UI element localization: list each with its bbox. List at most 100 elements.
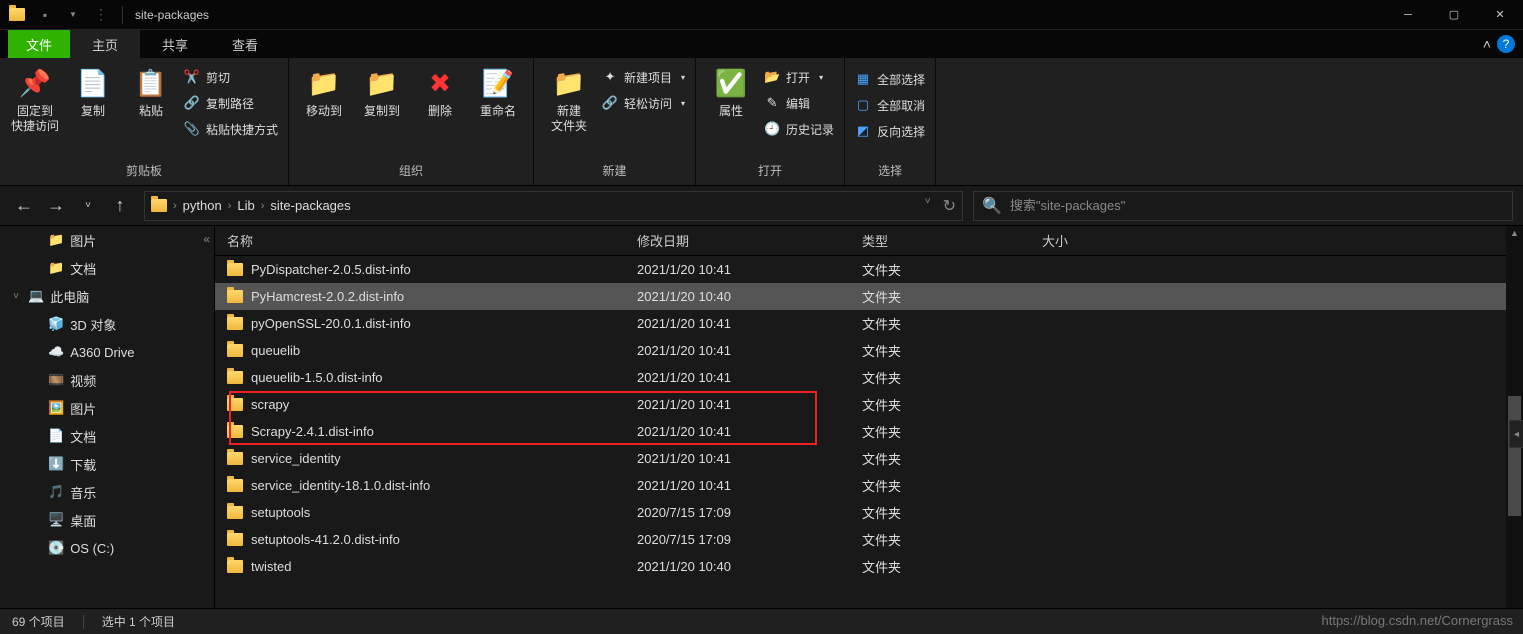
paste-button[interactable]: 📋粘贴 (122, 64, 180, 119)
file-date: 2021/1/20 10:41 (625, 451, 850, 466)
tree-item[interactable]: ⬇️下载 (0, 450, 214, 478)
delete-button[interactable]: ✖删除 (411, 64, 469, 119)
tab-view[interactable]: 查看 (210, 30, 280, 58)
edge-collapse-tab[interactable]: ◂ (1509, 420, 1523, 448)
tree-item[interactable]: 🖼️图片 (0, 394, 214, 422)
search-box[interactable]: 🔍 (973, 191, 1513, 221)
tree-item[interactable]: 🧊3D 对象 (0, 310, 214, 338)
file-row[interactable]: Scrapy-2.4.1.dist-info2021/1/20 10:41文件夹 (215, 418, 1523, 445)
file-row[interactable]: service_identity2021/1/20 10:41文件夹 (215, 445, 1523, 472)
forward-button[interactable]: → (42, 192, 70, 220)
breadcrumb-item[interactable]: site-packages (270, 198, 350, 213)
tree-item[interactable]: ☁️A360 Drive (0, 338, 214, 366)
collapse-ribbon-icon[interactable]: ˄ (1483, 36, 1491, 52)
qat-overflow[interactable]: ⋮ (88, 4, 114, 26)
tab-home[interactable]: 主页 (70, 30, 140, 58)
file-list: 名称 修改日期 类型 大小 PyDispatcher-2.0.5.dist-in… (215, 226, 1523, 608)
file-row[interactable]: pyOpenSSL-20.0.1.dist-info2021/1/20 10:4… (215, 310, 1523, 337)
file-name: PyDispatcher-2.0.5.dist-info (251, 262, 411, 277)
folder-icon (227, 317, 243, 330)
cut-button[interactable]: ✂️剪切 (184, 66, 278, 88)
qat-control[interactable]: ▪ (32, 4, 58, 26)
tab-share[interactable]: 共享 (140, 30, 210, 58)
folder-icon: 📁 (48, 260, 64, 276)
nav-tree[interactable]: « 📁图片📁文档˅💻此电脑🧊3D 对象☁️A360 Drive🎞️视频🖼️图片📄… (0, 226, 215, 608)
copy-button[interactable]: 📄复制 (64, 64, 122, 119)
newfolder-button[interactable]: 📁新建文件夹 (540, 64, 598, 134)
newitem-button[interactable]: ✦新建项目▾ (602, 66, 685, 88)
scroll-up-icon[interactable]: ▲ (1506, 226, 1523, 238)
video-icon: 🎞️ (48, 372, 64, 388)
header-date[interactable]: 修改日期 (625, 231, 850, 250)
file-row[interactable]: setuptools-41.2.0.dist-info2020/7/15 17:… (215, 526, 1523, 553)
status-selected-count: 选中 1 个项目 (102, 613, 175, 630)
tree-item[interactable]: 🖥️桌面 (0, 506, 214, 534)
file-row[interactable]: service_identity-18.1.0.dist-info2021/1/… (215, 472, 1523, 499)
scrollbar-thumb[interactable] (1508, 396, 1521, 516)
file-type: 文件夹 (850, 422, 1030, 441)
file-row[interactable]: PyHamcrest-2.0.2.dist-info2021/1/20 10:4… (215, 283, 1523, 310)
file-name: queuelib (251, 343, 300, 358)
file-name: service_identity-18.1.0.dist-info (251, 478, 430, 493)
search-input[interactable] (1010, 198, 1504, 213)
recent-dropdown[interactable]: ˅ (74, 192, 102, 220)
rename-button[interactable]: 📝重命名 (469, 64, 527, 119)
selectall-button[interactable]: ▦全部选择 (855, 68, 925, 90)
open-button[interactable]: 📂打开▾ (764, 66, 834, 88)
tree-item[interactable]: 💽OS (C:) (0, 534, 214, 562)
header-type[interactable]: 类型 (850, 231, 1030, 250)
address-dropdown-icon[interactable]: ˅ (925, 196, 931, 216)
properties-button[interactable]: ✅属性 (702, 64, 760, 119)
collapse-tree-icon[interactable]: « (203, 232, 210, 246)
selectnone-button[interactable]: ▢全部取消 (855, 94, 925, 116)
tree-item[interactable]: 📄文档 (0, 422, 214, 450)
file-row[interactable]: queuelib2021/1/20 10:41文件夹 (215, 337, 1523, 364)
tree-item[interactable]: 🎞️视频 (0, 366, 214, 394)
close-button[interactable]: ✕ (1477, 0, 1523, 30)
tree-item-label: 3D 对象 (70, 315, 116, 334)
file-date: 2021/1/20 10:40 (625, 289, 850, 304)
edit-button[interactable]: ✎编辑 (764, 92, 834, 114)
file-name: scrapy (251, 397, 289, 412)
file-type: 文件夹 (850, 557, 1030, 576)
back-button[interactable]: ← (10, 192, 38, 220)
tree-item[interactable]: 🎵音乐 (0, 478, 214, 506)
file-type: 文件夹 (850, 314, 1030, 333)
tree-item[interactable]: 📁图片 (0, 226, 214, 254)
header-name[interactable]: 名称 (215, 231, 625, 250)
header-size[interactable]: 大小 (1030, 231, 1130, 250)
file-row[interactable]: twisted2021/1/20 10:40文件夹 (215, 553, 1523, 580)
scrollbar[interactable]: ▲ (1506, 226, 1523, 608)
group-open-label: 打开 (702, 158, 838, 185)
copypath-button[interactable]: 🔗复制路径 (184, 92, 278, 114)
copyto-button[interactable]: 📁复制到 (353, 64, 411, 119)
file-date: 2021/1/20 10:41 (625, 316, 850, 331)
pin-quickaccess-button[interactable]: 📌固定到快捷访问 (6, 64, 64, 134)
qat-dropdown[interactable]: ▼ (60, 4, 86, 26)
file-row[interactable]: setuptools2020/7/15 17:09文件夹 (215, 499, 1523, 526)
address-bar[interactable]: › python › Lib › site-packages ˅ ↻ (144, 191, 963, 221)
up-button[interactable]: ↑ (106, 192, 134, 220)
history-button[interactable]: 🕘历史记录 (764, 118, 834, 140)
file-row[interactable]: queuelib-1.5.0.dist-info2021/1/20 10:41文… (215, 364, 1523, 391)
refresh-icon[interactable]: ↻ (943, 196, 956, 216)
selectinvert-button[interactable]: ◩反向选择 (855, 120, 925, 142)
help-icon[interactable]: ? (1497, 35, 1515, 53)
disk-icon: 💽 (48, 540, 64, 556)
minimize-button[interactable]: ─ (1385, 0, 1431, 30)
breadcrumb-item[interactable]: Lib (237, 198, 254, 213)
tab-file[interactable]: 文件 (8, 30, 70, 58)
file-type: 文件夹 (850, 476, 1030, 495)
easyaccess-button[interactable]: 🔗轻松访问▾ (602, 92, 685, 114)
file-type: 文件夹 (850, 503, 1030, 522)
file-row[interactable]: PyDispatcher-2.0.5.dist-info2021/1/20 10… (215, 256, 1523, 283)
pasteshortcut-button[interactable]: 📎粘贴快捷方式 (184, 118, 278, 140)
tree-item[interactable]: 📁文档 (0, 254, 214, 282)
moveto-button[interactable]: 📁移动到 (295, 64, 353, 119)
tree-item-label: 音乐 (70, 483, 96, 502)
breadcrumb-item[interactable]: python (183, 198, 222, 213)
tree-item[interactable]: ˅💻此电脑 (0, 282, 214, 310)
file-row[interactable]: scrapy2021/1/20 10:41文件夹 (215, 391, 1523, 418)
folder-icon (227, 398, 243, 411)
maximize-button[interactable]: ▢ (1431, 0, 1477, 30)
